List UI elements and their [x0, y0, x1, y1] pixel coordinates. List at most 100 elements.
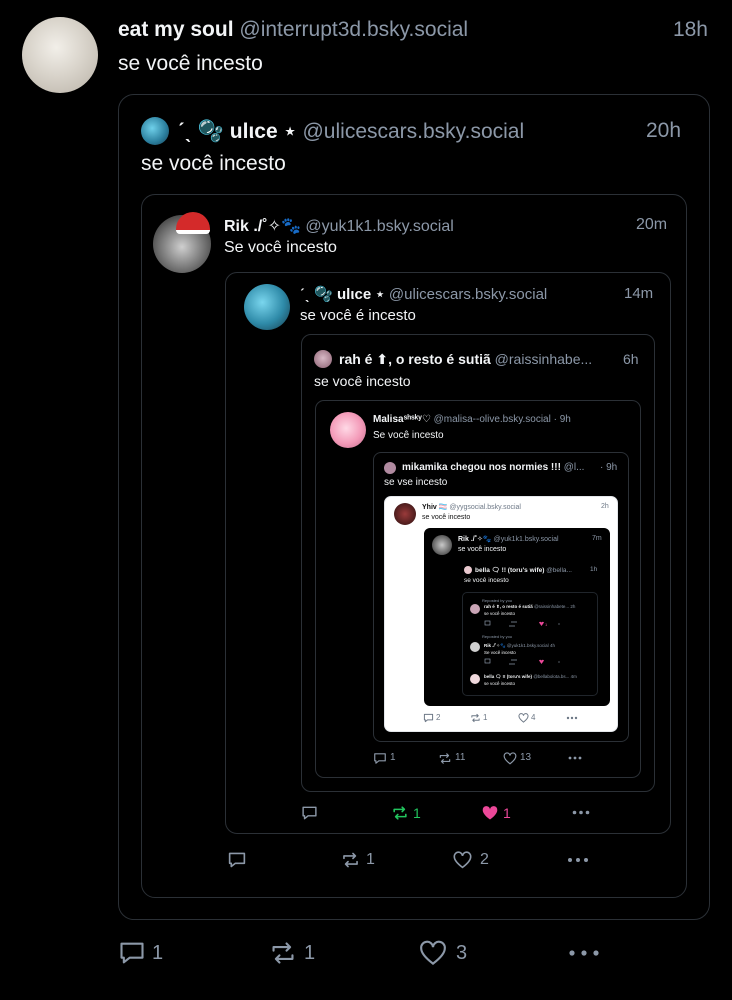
repost-count: 1 [483, 713, 488, 722]
quote7-text: se você incesto [422, 514, 471, 521]
quote2-time[interactable]: 20m [636, 216, 667, 234]
quote8-display-name[interactable]: Rik ./˚✧🐾 [458, 536, 492, 543]
reply-icon[interactable] [118, 940, 146, 966]
quote4-time[interactable]: 6h [623, 351, 639, 367]
avatar[interactable] [141, 117, 169, 145]
quote6-handle[interactable]: @l... [564, 462, 585, 473]
reply-icon[interactable] [423, 713, 434, 723]
more-icon[interactable] [568, 949, 600, 957]
repost-icon[interactable] [268, 940, 298, 966]
quote3-time[interactable]: 14m [624, 285, 653, 302]
quote2-handle[interactable]: @yuk1k1.bsky.social [305, 218, 453, 235]
avatar[interactable] [394, 503, 416, 525]
post-display-name[interactable]: eat my soul [118, 18, 234, 41]
avatar[interactable] [470, 674, 480, 684]
reposted-by-label: Reposted by you [482, 634, 513, 639]
repost3-name[interactable]: bella 🗨 !! (toru's wife) [484, 674, 532, 679]
avatar[interactable] [22, 17, 98, 93]
more-icon[interactable] [566, 716, 578, 720]
quote5-handle[interactable]: @malisa--olive.bsky.social [434, 414, 551, 425]
more-icon[interactable] [567, 857, 589, 863]
quote4-handle[interactable]: @raissinhabe... [495, 351, 592, 367]
quote5-text: Se você incesto [373, 430, 444, 441]
repost-icon[interactable] [470, 713, 481, 723]
avatar[interactable] [330, 412, 366, 448]
repost3-text: se você incesto [484, 681, 516, 686]
heart-icon[interactable] [503, 752, 517, 765]
repost3-handle[interactable]: @bellabolota.bs... [533, 674, 569, 679]
tiny-action-bar [484, 658, 560, 665]
heart-icon[interactable] [418, 940, 448, 966]
repost-icon[interactable] [438, 752, 452, 765]
quote8-time[interactable]: 7m [592, 535, 602, 542]
reposted-by-label: Reposted by you [482, 598, 513, 603]
repost2-text: Se você incesto [484, 650, 516, 655]
quote6-text: se vse incesto [384, 477, 448, 488]
quote8-handle[interactable]: @yuk1k1.bsky.social [494, 536, 559, 543]
avatar[interactable] [384, 462, 396, 474]
post-handle[interactable]: @interrupt3d.bsky.social [239, 18, 468, 41]
repost2-time[interactable]: 4h [550, 643, 555, 648]
repost3-time[interactable]: 4m [571, 674, 577, 679]
quote2-display-name[interactable]: Rik ./˚✧🐾 [224, 218, 301, 235]
post-text: se você incesto [118, 52, 263, 75]
heart-icon[interactable] [452, 851, 473, 869]
quote3-text: se você é incesto [300, 307, 416, 324]
quote9-display-name[interactable]: bella 🗨 !! (toru's wife) [475, 567, 544, 574]
repost1-handle[interactable]: @raissinhabete... [534, 604, 569, 609]
more-icon[interactable] [572, 810, 590, 815]
repost1-time[interactable]: 2h [570, 604, 575, 609]
quote3-handle[interactable]: @ulicescars.bsky.social [389, 286, 547, 303]
quote9-text: se você incesto [464, 577, 509, 584]
repost-count: 1 [366, 851, 375, 868]
avatar[interactable] [470, 604, 480, 614]
avatar[interactable] [244, 284, 290, 330]
quote7-handle[interactable]: @yygsocial.bsky.social [449, 504, 521, 511]
repost2-name[interactable]: Rik ./˚✧🐾 [484, 643, 506, 648]
repost-count: 1 [304, 942, 316, 964]
repost2-handle[interactable]: @yuk1k1.bsky.social [507, 643, 549, 648]
quote3-display-name[interactable]: ˊˎ 🫧 ulιce ⋆ [300, 286, 385, 303]
quote1-time[interactable]: 20h [646, 119, 681, 143]
quote4-display-name[interactable]: rah é ⬆, o resto é sutiã [339, 351, 491, 367]
quote6-time[interactable]: · 9h [600, 462, 617, 473]
quote1-handle[interactable]: @ulicescars.bsky.social [302, 120, 524, 143]
post-time[interactable]: 18h [673, 18, 708, 42]
quote5-display-name[interactable]: Malisaˢʰˢᵏʸ♡ [373, 414, 431, 425]
like-count: 13 [520, 752, 532, 763]
quote8-text: se você incesto [458, 546, 507, 553]
svg-text:1: 1 [545, 622, 548, 627]
reply-icon[interactable] [227, 851, 247, 869]
tiny-action-bar: 1 [484, 620, 560, 627]
avatar[interactable] [464, 566, 472, 574]
quote2-text: Se você incesto [224, 239, 337, 256]
reply-count: 1 [152, 942, 164, 964]
reply-icon[interactable] [373, 752, 387, 765]
reply-icon[interactable] [301, 805, 318, 821]
like-count: 3 [456, 942, 468, 964]
like-count: 4 [531, 713, 536, 722]
avatar[interactable] [432, 535, 452, 555]
quote7-time[interactable]: 2h [601, 503, 609, 510]
quote1-display-name[interactable]: ˊˎ 🫧 ulιce ⋆ [178, 120, 297, 143]
like-count: 2 [480, 851, 489, 868]
quote7-display-name[interactable]: Yhiv 🏳️‍⚧️ [422, 504, 447, 511]
repost-icon[interactable] [391, 805, 409, 821]
quote4-text: se você incesto [314, 373, 411, 389]
avatar[interactable] [470, 642, 480, 652]
quote5-time[interactable]: · 9h [554, 414, 571, 425]
quote6-display-name[interactable]: mikamika chegou nos normies !!! [402, 462, 561, 473]
repost-count: 1 [413, 805, 421, 821]
reply-count: 2 [436, 713, 441, 722]
more-icon[interactable] [568, 756, 582, 760]
quote9-handle[interactable]: @bella... [546, 567, 572, 574]
heart-icon[interactable] [481, 805, 499, 821]
repost1-name[interactable]: rah é ⬆, o resto é sutiã [484, 604, 533, 609]
repost1-text: se você incesto [484, 611, 516, 616]
quote1-text: se você incesto [141, 152, 286, 175]
avatar[interactable] [314, 350, 332, 368]
quote9-time[interactable]: 1h [590, 566, 597, 573]
heart-icon[interactable] [518, 713, 529, 723]
repost-icon[interactable] [340, 851, 361, 869]
like-count: 1 [503, 805, 511, 821]
